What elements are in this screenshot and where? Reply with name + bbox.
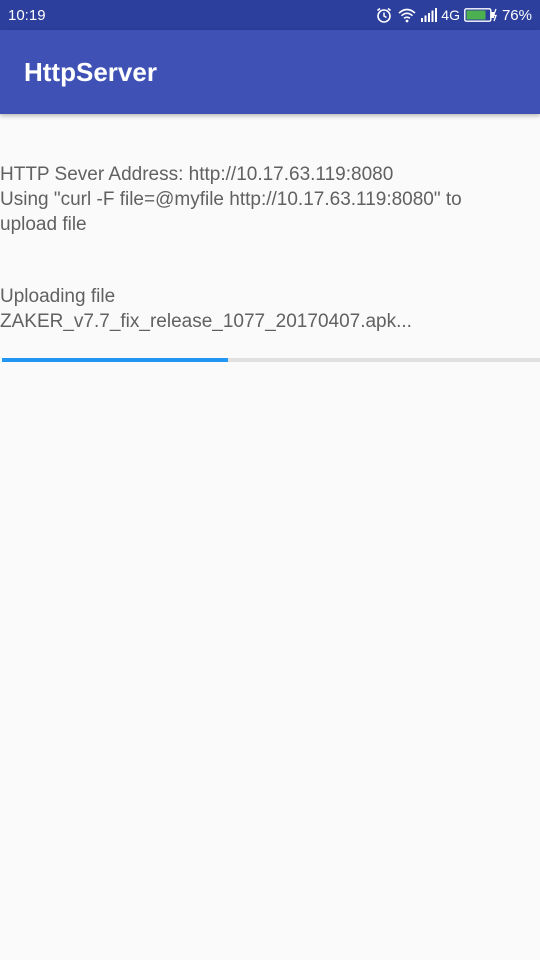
app-title: HttpServer — [24, 56, 157, 87]
server-info-text: HTTP Sever Address: http://10.17.63.119:… — [0, 162, 540, 237]
alarm-icon — [375, 6, 393, 24]
upload-progress-bar — [2, 358, 540, 362]
upload-status-text: Uploading file ZAKER_v7.7_fix_release_10… — [0, 284, 540, 334]
status-time: 10:19 — [8, 6, 46, 24]
server-address-line: HTTP Sever Address: http://10.17.63.119:… — [0, 164, 394, 185]
curl-usage-line: Using "curl -F file=@myfile http://10.17… — [0, 189, 462, 210]
status-bar: 10:19 4G 76% — [0, 0, 540, 30]
upload-progress-fill — [2, 358, 228, 362]
battery-charging-icon — [464, 8, 498, 22]
battery-percent: 76% — [501, 6, 532, 24]
app-bar: HttpServer — [0, 30, 540, 114]
curl-usage-line-end: upload file — [0, 214, 87, 235]
uploading-label: Uploading file — [0, 286, 116, 307]
signal-icon — [421, 8, 438, 22]
wifi-icon — [397, 7, 417, 23]
uploading-filename: ZAKER_v7.7_fix_release_1077_20170407.apk… — [0, 311, 412, 332]
status-icons: 4G 76% — [375, 6, 532, 24]
network-type: 4G — [441, 7, 460, 23]
